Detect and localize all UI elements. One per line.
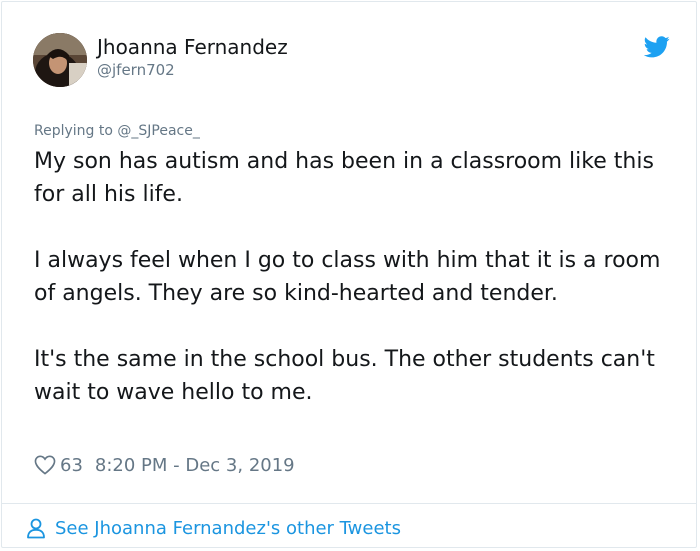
author-display-name[interactable]: Jhoanna Fernandez bbox=[97, 35, 288, 59]
heart-icon bbox=[34, 455, 56, 475]
see-other-tweets-label: See Jhoanna Fernandez's other Tweets bbox=[55, 517, 401, 539]
like-count: 63 bbox=[60, 454, 83, 476]
twitter-bird-icon[interactable] bbox=[643, 36, 670, 58]
replying-prefix: Replying to bbox=[34, 123, 113, 139]
reply-mention-link[interactable]: @_SJPeace_ bbox=[117, 123, 199, 139]
tweet-paragraph: It's the same in the school bus. The oth… bbox=[34, 347, 655, 405]
tweet-card: Jhoanna Fernandez @jfern702 Replying to … bbox=[1, 1, 697, 548]
author-handle[interactable]: @jfern702 bbox=[97, 60, 175, 80]
like-button[interactable]: 63 bbox=[34, 455, 83, 476]
tweet-paragraph: I always feel when I go to class with hi… bbox=[34, 248, 661, 306]
tweet-paragraph: My son has autism and has been in a clas… bbox=[34, 149, 654, 207]
divider bbox=[2, 503, 696, 504]
avatar-image bbox=[33, 33, 87, 87]
replying-to: Replying to @_SJPeace_ bbox=[34, 122, 200, 140]
tweet-meta: 63 8:20 PM - Dec 3, 2019 bbox=[34, 452, 295, 478]
person-icon bbox=[27, 518, 45, 539]
avatar[interactable] bbox=[33, 33, 87, 87]
see-other-tweets-link[interactable]: See Jhoanna Fernandez's other Tweets bbox=[25, 515, 401, 541]
tweet-timestamp[interactable]: 8:20 PM - Dec 3, 2019 bbox=[95, 455, 295, 476]
tweet-text: My son has autism and has been in a clas… bbox=[34, 145, 674, 409]
